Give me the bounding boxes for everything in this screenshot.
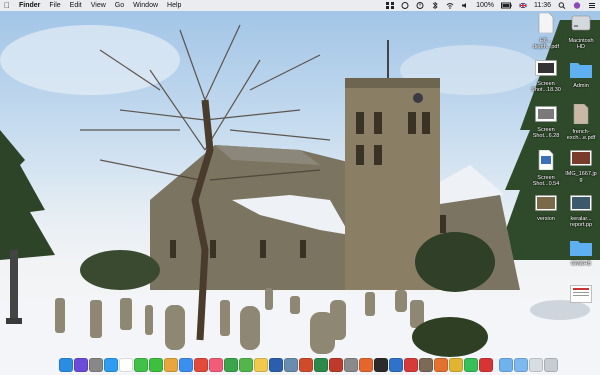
status-area: 100% 11:36 xyxy=(386,2,596,9)
desktop-icon-hc-depth-pdf[interactable]: HC... depth...pdf xyxy=(528,12,564,50)
desktop-icon-label: Screen Shot...0.54 xyxy=(532,175,560,187)
hard-drive-icon xyxy=(571,15,591,31)
folder-icon xyxy=(570,241,592,256)
bluetooth-icon[interactable] xyxy=(431,2,439,9)
clock[interactable]: 11:36 xyxy=(534,2,551,9)
spotlight-search-icon[interactable] xyxy=(558,2,566,9)
document-icon xyxy=(538,149,554,171)
desktop-icon-label: HC... depth...pdf xyxy=(533,38,559,50)
gear-icon[interactable] xyxy=(344,358,358,372)
desktop-icon-version[interactable]: version xyxy=(528,195,564,222)
quicktime-icon[interactable] xyxy=(374,358,388,372)
music-icon[interactable] xyxy=(209,358,223,372)
trash-icon[interactable] xyxy=(544,358,558,372)
powerpoint-icon[interactable] xyxy=(299,358,313,372)
wifi-icon[interactable] xyxy=(446,2,454,9)
desktop-icon-label: GM&HB xyxy=(570,261,592,267)
siri-icon[interactable] xyxy=(74,358,88,372)
word-icon[interactable] xyxy=(269,358,283,372)
desktop-icon-screenshot-054[interactable]: Screen Shot...0.54 xyxy=(528,149,564,187)
desktop-icon-label: keralar... report.pp xyxy=(569,216,592,228)
sync-status-icon[interactable] xyxy=(401,2,409,9)
finder-icon[interactable] xyxy=(59,358,73,372)
screenshot-thumbnail-icon xyxy=(535,60,557,76)
desktop-icon-img-1667[interactable]: IMG_1667.jp g xyxy=(563,150,599,183)
menu-view[interactable]: View xyxy=(91,2,106,9)
excel-icon[interactable] xyxy=(314,358,328,372)
desktop:  Finder File Edit View Go Window Help 1… xyxy=(0,0,600,375)
photo-thumbnail-icon xyxy=(570,150,592,166)
wallpaper xyxy=(0,20,600,375)
desktop-icon-screenshot-1830[interactable]: Screen Shot...18.30 xyxy=(528,60,564,93)
menu-help[interactable]: Help xyxy=(167,2,181,9)
app-store-icon[interactable] xyxy=(179,358,193,372)
pdf-app-icon[interactable] xyxy=(329,358,343,372)
document-stack-icon[interactable] xyxy=(529,358,543,372)
desktop-icon-label: version xyxy=(537,216,555,222)
flag-icon[interactable] xyxy=(519,2,527,9)
notification-center-icon[interactable] xyxy=(588,2,596,9)
desktop-icon-french-exchange-pdf[interactable]: french- exch...e.pdf xyxy=(563,103,599,141)
launchpad-icon[interactable] xyxy=(89,358,103,372)
desktop-icon-macintosh-hd[interactable]: Macintosh HD xyxy=(563,13,599,50)
document-icon xyxy=(538,12,554,34)
screenshot-thumbnail-icon xyxy=(535,106,557,122)
dock xyxy=(56,357,558,373)
evernote-icon[interactable] xyxy=(239,358,253,372)
downloads-icon[interactable] xyxy=(514,358,528,372)
preview-icon[interactable] xyxy=(284,358,298,372)
user-avatar-icon[interactable] xyxy=(573,2,581,9)
desktop-icon-label: Admin xyxy=(573,83,589,89)
desktop-icon-label: Macintosh HD xyxy=(568,38,594,50)
desktop-icon-admin[interactable]: Admin xyxy=(563,60,599,89)
folder-icon xyxy=(570,63,592,78)
battery-percentage[interactable]: 100% xyxy=(476,2,494,9)
folder-icon[interactable] xyxy=(499,358,513,372)
red-app-icon[interactable] xyxy=(404,358,418,372)
photos-icon[interactable] xyxy=(164,358,178,372)
facetime-icon[interactable] xyxy=(149,358,163,372)
blue-app-icon[interactable] xyxy=(389,358,403,372)
desktop-icon-screenshot-628[interactable]: Screen Shot...6.28 xyxy=(528,106,564,139)
menu-edit[interactable]: Edit xyxy=(70,2,82,9)
volume-icon[interactable] xyxy=(461,2,469,9)
menu-bar:  Finder File Edit View Go Window Help 1… xyxy=(0,0,600,11)
time-machine-icon[interactable] xyxy=(416,2,424,9)
notes-icon[interactable] xyxy=(254,358,268,372)
game-icon[interactable] xyxy=(434,358,448,372)
photo-app-icon[interactable] xyxy=(419,358,433,372)
document-icon xyxy=(573,103,589,125)
desktop-icon-label: french- exch...e.pdf xyxy=(566,129,596,141)
desktop-icon-label: Screen Shot...18.30 xyxy=(531,81,561,93)
messages-icon[interactable] xyxy=(134,358,148,372)
grid-status-icon[interactable] xyxy=(386,2,395,9)
photo-thumbnail-icon xyxy=(535,195,557,211)
desktop-icon-folder-gmhb[interactable]: GM&HB xyxy=(563,238,599,267)
desktop-icon-document[interactable] xyxy=(563,285,599,308)
battery-icon[interactable] xyxy=(501,2,512,9)
red-circle-app-icon[interactable] xyxy=(479,358,493,372)
green-app-icon[interactable] xyxy=(224,358,238,372)
butterfly-icon[interactable] xyxy=(449,358,463,372)
whatsapp-icon[interactable] xyxy=(464,358,478,372)
app-menu-finder[interactable]: Finder xyxy=(19,2,40,9)
desktop-icon-keralar-report[interactable]: keralar... report.pp xyxy=(563,195,599,228)
menu-file[interactable]: File xyxy=(49,2,60,9)
desktop-icon-label: Screen Shot...6.28 xyxy=(532,127,560,139)
apple-menu-icon[interactable]:  xyxy=(4,1,10,10)
menu-window[interactable]: Window xyxy=(133,2,158,9)
desktop-icon-label: IMG_1667.jp g xyxy=(565,171,597,183)
document-icon xyxy=(570,285,592,303)
firefox-icon[interactable] xyxy=(359,358,373,372)
safari-icon[interactable] xyxy=(104,358,118,372)
calendar-icon[interactable] xyxy=(119,358,133,372)
photo-thumbnail-icon xyxy=(570,195,592,211)
menu-go[interactable]: Go xyxy=(115,2,124,9)
chrome-icon[interactable] xyxy=(194,358,208,372)
